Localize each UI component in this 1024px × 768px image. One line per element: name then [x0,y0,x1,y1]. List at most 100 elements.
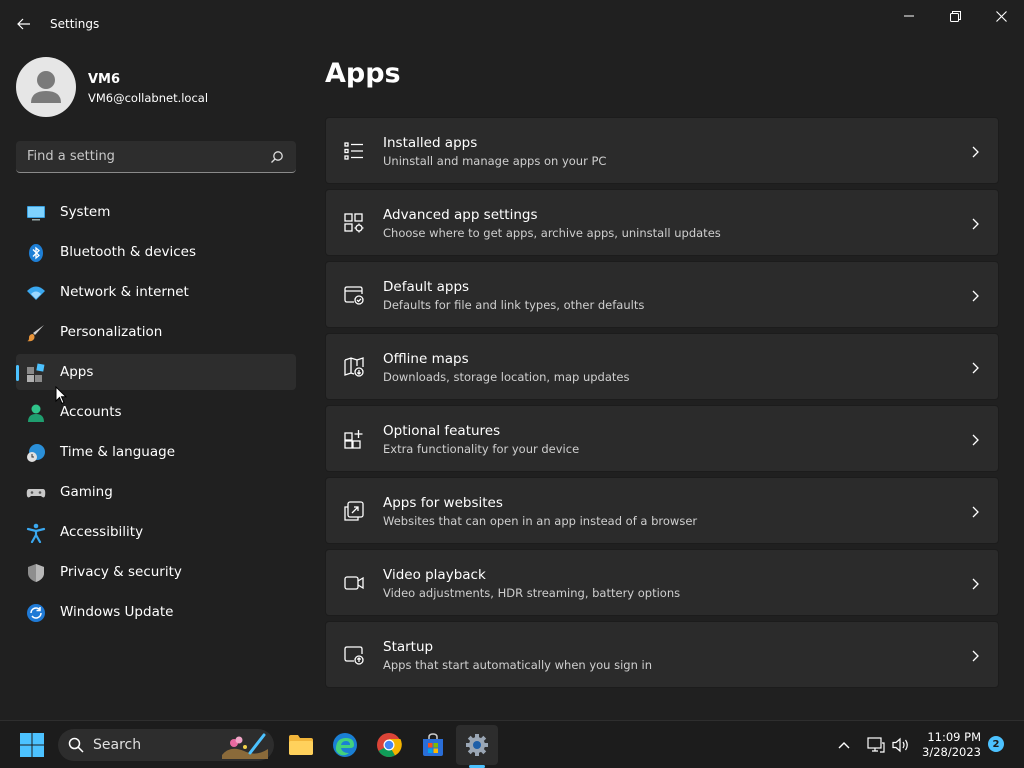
chevron-right-icon [972,290,979,302]
chevron-right-icon [972,146,979,158]
sidebar-item-label: Windows Update [60,604,174,620]
minimize-button[interactable] [886,0,932,32]
sidebar-item-label: Accounts [60,404,122,420]
card-offline-maps[interactable]: Offline maps Downloads, storage location… [325,333,999,400]
card-subtitle: Uninstall and manage apps on your PC [383,154,607,168]
sidebar-item-accessibility[interactable]: Accessibility [16,514,296,550]
search-icon [271,151,283,163]
apps-icon [27,363,45,382]
clock-date: 3/28/2023 [922,745,981,759]
person-icon [28,404,44,422]
card-advanced-app-settings[interactable]: Advanced app settings Choose where to ge… [325,189,999,256]
taskbar-settings[interactable] [461,729,493,761]
search-icon [68,737,84,753]
sidebar-item-label: Network & internet [60,284,189,300]
sidebar-item-network[interactable]: Network & internet [16,274,296,310]
sidebar-item-privacy[interactable]: Privacy & security [16,554,296,590]
sidebar-item-apps[interactable]: Apps [16,354,296,390]
update-icon [27,604,45,622]
back-arrow-icon [17,18,30,30]
minimize-icon [904,15,914,17]
chevron-right-icon [972,650,979,662]
card-subtitle: Defaults for file and link types, other … [383,298,645,312]
taskbar-edge[interactable] [329,729,361,761]
network-tray-button[interactable] [862,729,890,761]
card-title: Offline maps [383,351,469,367]
clock[interactable]: 11:09 PM 3/28/2023 [922,730,981,760]
shield-icon [28,564,44,582]
folder-icon [289,735,313,755]
back-button[interactable] [10,10,38,38]
card-title: Startup [383,639,434,655]
volume-icon [892,737,908,753]
maximize-button[interactable] [932,0,978,32]
chevron-right-icon [972,218,979,230]
card-subtitle: Choose where to get apps, archive apps, … [383,226,721,240]
notification-badge[interactable]: 2 [988,736,1004,752]
network-icon [867,737,885,753]
list-icon [344,142,363,160]
monitor-icon [27,206,45,221]
restore-icon [949,10,961,22]
sidebar-item-personalization[interactable]: Personalization [16,314,296,350]
taskbar-chrome[interactable] [373,729,405,761]
show-hidden-icons-button[interactable] [829,729,859,761]
close-button[interactable] [978,0,1024,32]
start-button[interactable] [16,729,48,761]
card-installed-apps[interactable]: Installed apps Uninstall and manage apps… [325,117,999,184]
sidebar-item-gaming[interactable]: Gaming [16,474,296,510]
paintbrush-icon [27,325,44,342]
card-optional-features[interactable]: Optional features Extra functionality fo… [325,405,999,472]
open-in-app-icon [344,501,364,521]
volume-tray-button[interactable] [888,729,914,761]
user-email: VM6@collabnet.local [88,91,209,105]
chevron-up-icon [838,742,850,749]
taskbar-search[interactable]: Search [58,729,274,761]
taskbar-store[interactable] [417,729,449,761]
card-video-playback[interactable]: Video playback Video adjustments, HDR st… [325,549,999,616]
wifi-icon [27,286,45,300]
windows-logo-icon [20,733,44,757]
add-grid-icon [344,430,363,449]
search-highlight-icon [222,733,268,759]
card-title: Installed apps [383,135,478,151]
sidebar-item-label: Gaming [60,484,113,500]
avatar[interactable] [16,57,76,117]
bluetooth-icon [29,244,43,262]
taskbar-search-label: Search [93,737,142,753]
sidebar-item-windows-update[interactable]: Windows Update [16,594,296,630]
taskbar: Search 11:09 PM 3/28/2023 [0,720,1024,768]
card-title: Video playback [383,567,486,583]
card-apps-for-websites[interactable]: Apps for websites Websites that can open… [325,477,999,544]
sidebar-item-bluetooth[interactable]: Bluetooth & devices [16,234,296,270]
globe-clock-icon [27,444,45,462]
card-subtitle: Apps that start automatically when you s… [383,658,653,672]
mouse-cursor-icon [55,386,67,405]
search-placeholder: Find a setting [27,149,115,164]
default-apps-icon [344,286,364,305]
card-title: Optional features [383,423,501,439]
sidebar-item-label: Accessibility [60,524,144,540]
window-title: Settings [50,17,100,31]
search-input[interactable]: Find a setting [16,141,296,173]
sidebar-item-system[interactable]: System [16,194,296,230]
edge-icon [333,733,357,757]
sidebar-item-label: System [60,204,111,220]
nav-list: System Bluetooth & devices Network & int… [16,194,296,634]
card-default-apps[interactable]: Default apps Defaults for file and link … [325,261,999,328]
taskbar-file-explorer[interactable] [285,729,317,761]
sidebar-item-time-language[interactable]: Time & language [16,434,296,470]
card-startup[interactable]: Startup Apps that start automatically wh… [325,621,999,688]
card-subtitle: Extra functionality for your device [383,442,580,456]
clock-time: 11:09 PM [927,730,981,744]
sidebar-item-label: Apps [60,364,94,380]
store-icon [423,733,443,756]
app-settings-icon [344,213,364,233]
chrome-icon [377,733,402,758]
chevron-right-icon [972,578,979,590]
card-subtitle: Video adjustments, HDR streaming, batter… [383,586,681,600]
video-icon [344,576,364,590]
card-title: Advanced app settings [383,207,538,223]
sidebar: VM6 VM6@collabnet.local Find a setting S… [0,48,310,720]
chevron-right-icon [972,506,979,518]
